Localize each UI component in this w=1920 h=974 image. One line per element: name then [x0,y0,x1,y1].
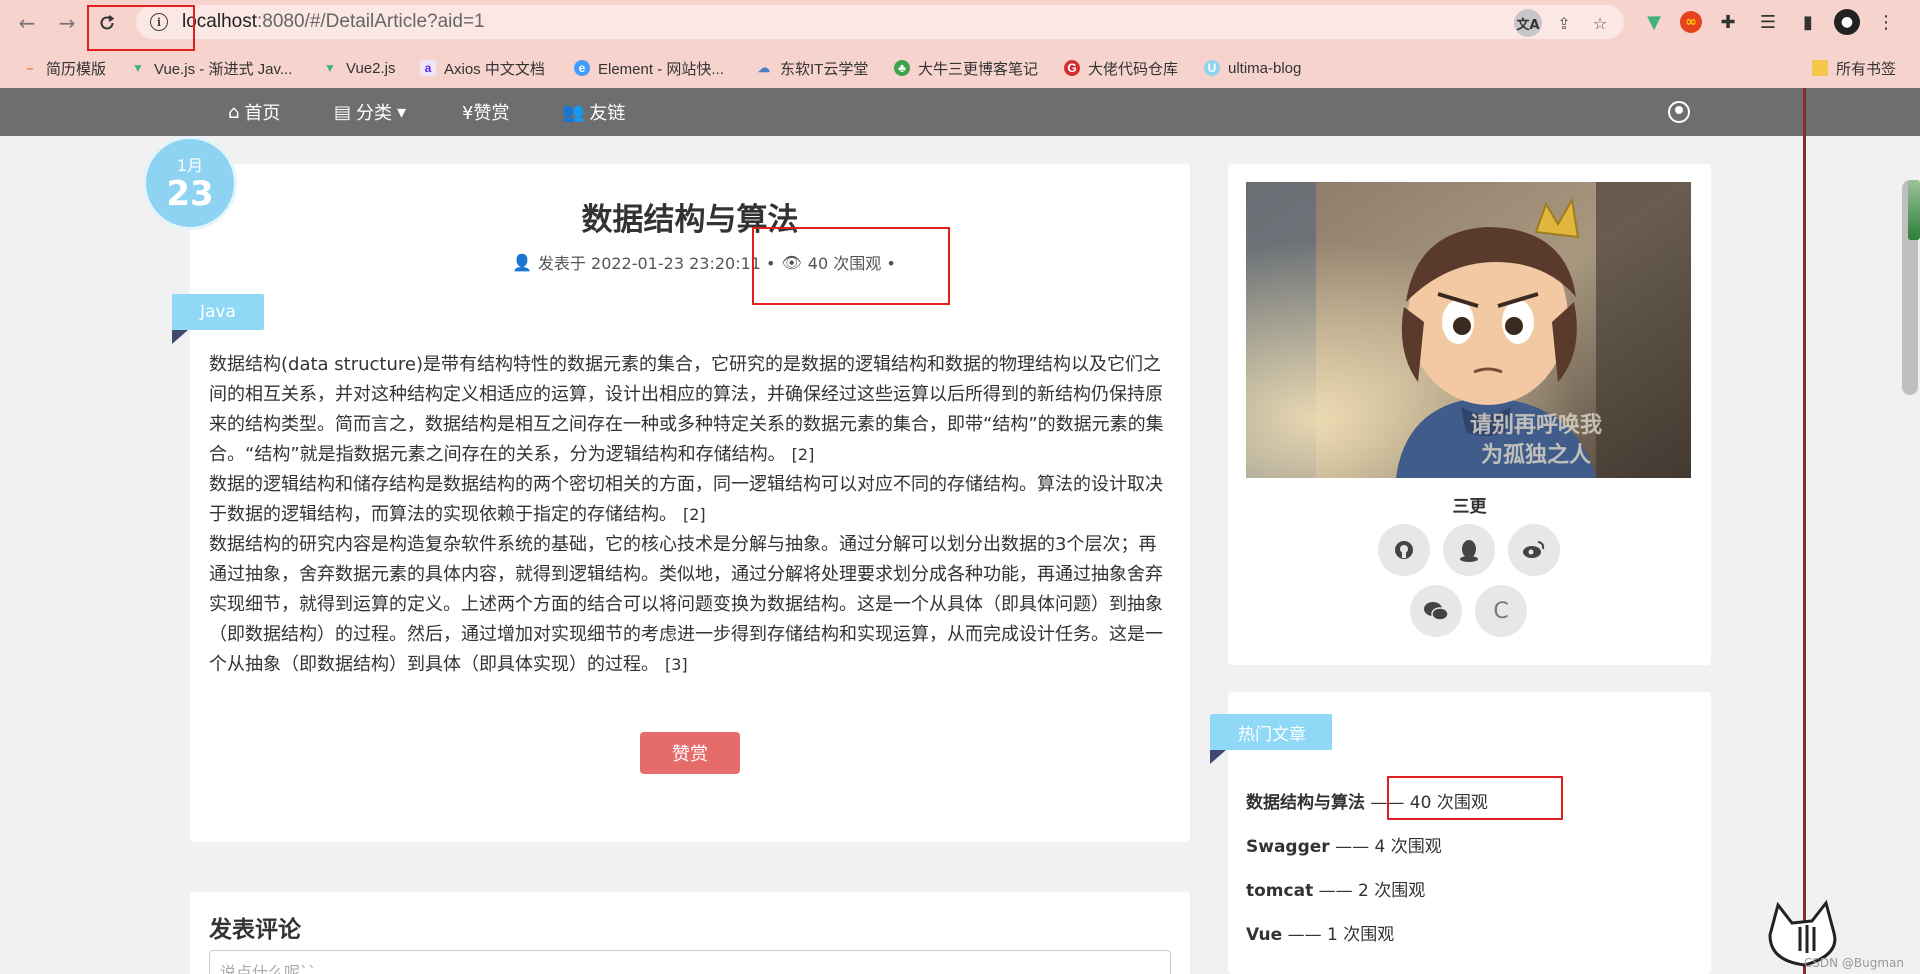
hot-articles-card: 热门文章 数据结构与算法 —— 40 次围观 Swagger —— 4 次围观 … [1210,692,1711,974]
cloud-icon: ☁ [758,61,770,75]
bookmarks-bar: – 简历模版 ▼ Vue.js - 渐进式 Jav... ▼ Vue2.js a Axi… [0,52,1920,82]
ultima-icon: U [1204,60,1220,76]
infinity-extension-icon[interactable]: ∞ [1680,11,1702,33]
anime-illustration: 请别再呼唤我 为孤独之人 [1246,182,1691,478]
article-paragraph: 数据的逻辑结构和储存结构是数据结构的两个密切相关的方面，同一逻辑结构可以对应不同… [209,474,1163,525]
annotation-box-views [752,227,950,305]
nav-reward[interactable]: ¥赞赏 [462,88,509,136]
nav-home[interactable]: ⌂ 首页 [228,88,280,136]
folder-icon: ▤ [334,101,352,123]
annotation-box-reload [87,5,195,51]
element-icon: e [574,60,590,76]
watermark: CSDN @Bugman [1803,956,1904,970]
bookmark-item[interactable]: a Axios 中文文档 [420,56,545,80]
profile-card: 请别再呼唤我 为孤独之人 三更 C [1228,164,1711,665]
folder-icon [1812,60,1828,76]
weibo-icon[interactable] [1508,524,1560,576]
hot-article-item[interactable]: Vue —— 1 次围观 [1246,920,1394,945]
profile-icon[interactable]: ● [1834,9,1860,35]
vue-devtools-icon[interactable]: ▼ [1640,8,1668,36]
bookmark-item[interactable]: ▼ Vue.js - 渐进式 Jav... [130,56,292,80]
profile-name: 三更 [1452,497,1487,517]
article-paragraph: 数据结构(data structure)是带有结构特性的数据元素的集合，它研究的… [209,354,1164,465]
home-icon: ⌂ [228,101,240,123]
reward-button[interactable]: 赞赏 [640,732,740,774]
leaf-icon: ♣ [894,60,910,76]
article-card: 数据结构与算法 👤 发表于 2022-01-23 23:20:11 • 👁 40… [172,164,1190,842]
share-icon[interactable]: ⇪ [1550,9,1578,37]
dash-icon: – [26,61,34,75]
qq-icon[interactable] [1443,524,1495,576]
media-queue-icon[interactable]: ☰ [1754,8,1782,36]
article-date-badge: 1月 23 [146,139,234,227]
article-body: 数据结构(data structure)是带有结构特性的数据元素的集合，它研究的… [209,350,1169,680]
article-title: 数据结构与算法 [581,202,799,238]
hot-article-item[interactable]: Swagger —— 4 次围观 [1246,832,1442,857]
comment-input[interactable]: 说点什么呢`` [209,950,1171,974]
user-account-icon[interactable] [1668,101,1690,123]
bookmark-item[interactable]: ▼ Vue2.js [322,56,395,80]
vue-logo-icon: ▼ [324,61,336,75]
nav-links[interactable]: 👥 友链 [562,88,625,136]
csdn-icon[interactable]: C [1475,585,1527,637]
bookmark-item[interactable]: Uultima-blog [1204,56,1301,80]
article-tag-ribbon[interactable]: Java [172,294,264,344]
comment-title: 发表评论 [209,917,301,943]
users-icon: 👥 [562,101,585,123]
address-bar[interactable]: i localhost:8080/#/DetailArticle?aid=1 文… [136,5,1624,39]
axios-icon: a [420,60,436,76]
bookmark-item[interactable]: ♣ 大牛三更博客笔记 [894,56,1038,80]
extensions-puzzle-icon[interactable]: ✚ [1714,8,1742,36]
bookmark-item[interactable]: ☁ 东软IT云学堂 [756,56,868,80]
caret-down-icon: ▾ [397,101,407,123]
annotation-box-hot-views [1387,776,1563,820]
caption-line-2: 为孤独之人 [1481,442,1591,468]
browser-chrome: ← → i localhost:8080/#/DetailArticle?aid… [0,0,1920,88]
article-posted: 发表于 2022-01-23 23:20:11 • [537,254,776,273]
hot-articles-ribbon: 热门文章 [1210,714,1332,764]
url-text[interactable]: localhost:8080/#/DetailArticle?aid=1 [182,11,485,33]
all-bookmarks[interactable]: 所有书签 [1812,56,1896,80]
browser-toolbar: ← → i localhost:8080/#/DetailArticle?aid… [0,0,1920,44]
user-icon: 👤 [512,252,532,272]
translate-icon[interactable]: 文A [1514,9,1542,37]
site-navbar: ⌂ 首页 ▤ 分类 ▾ ¥赞赏 👥 友链 [0,88,1920,136]
side-panel-icon[interactable]: ▮ [1794,8,1822,36]
comment-card: 发表评论 说点什么呢`` [190,892,1190,974]
menu-kebab-icon[interactable]: ⋮ [1872,8,1900,36]
extension-icons: ▼ ∞ ✚ ☰ ▮ ● ⋮ [1640,8,1900,36]
profile-banner-image: 请别再呼唤我 为孤独之人 [1246,182,1691,478]
hot-article-item[interactable]: tomcat —— 2 次围观 [1246,876,1425,901]
scroll-progress-line [1803,88,1806,974]
forward-icon[interactable]: → [54,10,80,36]
bookmark-item[interactable]: G 大佬代码仓库 [1064,56,1178,80]
vue-logo-icon: ▼ [132,61,144,75]
omnibox-actions: 文A ⇪ ☆ [1514,9,1614,37]
bookmark-star-icon[interactable]: ☆ [1586,9,1614,37]
bookmark-item[interactable]: e Element - 网站快... [574,56,724,80]
github-icon[interactable] [1378,524,1430,576]
back-icon[interactable]: ← [14,10,40,36]
gitee-icon: G [1064,60,1080,76]
nav-category[interactable]: ▤ 分类 ▾ [334,88,406,136]
scroll-gauge-indicator [1908,180,1920,240]
bookmark-item[interactable]: – 简历模版 [22,56,106,80]
article-paragraph: 数据结构的研究内容是构造复杂软件系统的基础，它的核心技术是分解与抽象。通过分解可… [209,534,1163,675]
wechat-icon[interactable] [1410,585,1462,637]
caption-line-1: 请别再呼唤我 [1470,412,1602,438]
